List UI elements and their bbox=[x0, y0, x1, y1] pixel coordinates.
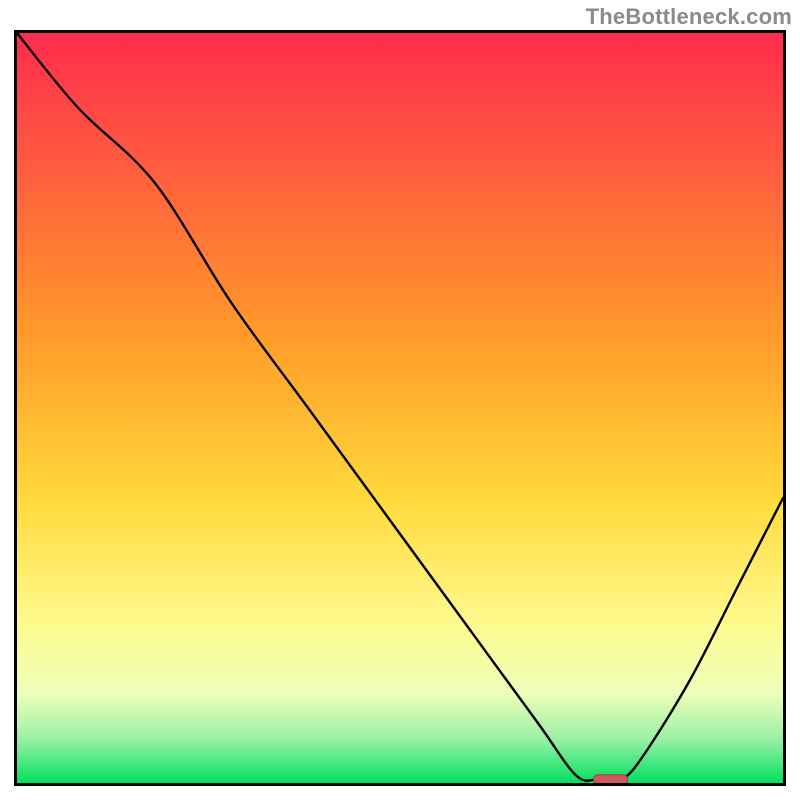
chart-container bbox=[14, 30, 786, 786]
chart-background-gradient bbox=[17, 33, 783, 783]
optimum-marker bbox=[593, 775, 628, 784]
bottleneck-chart bbox=[14, 30, 786, 786]
watermark-text: TheBottleneck.com bbox=[586, 4, 792, 30]
